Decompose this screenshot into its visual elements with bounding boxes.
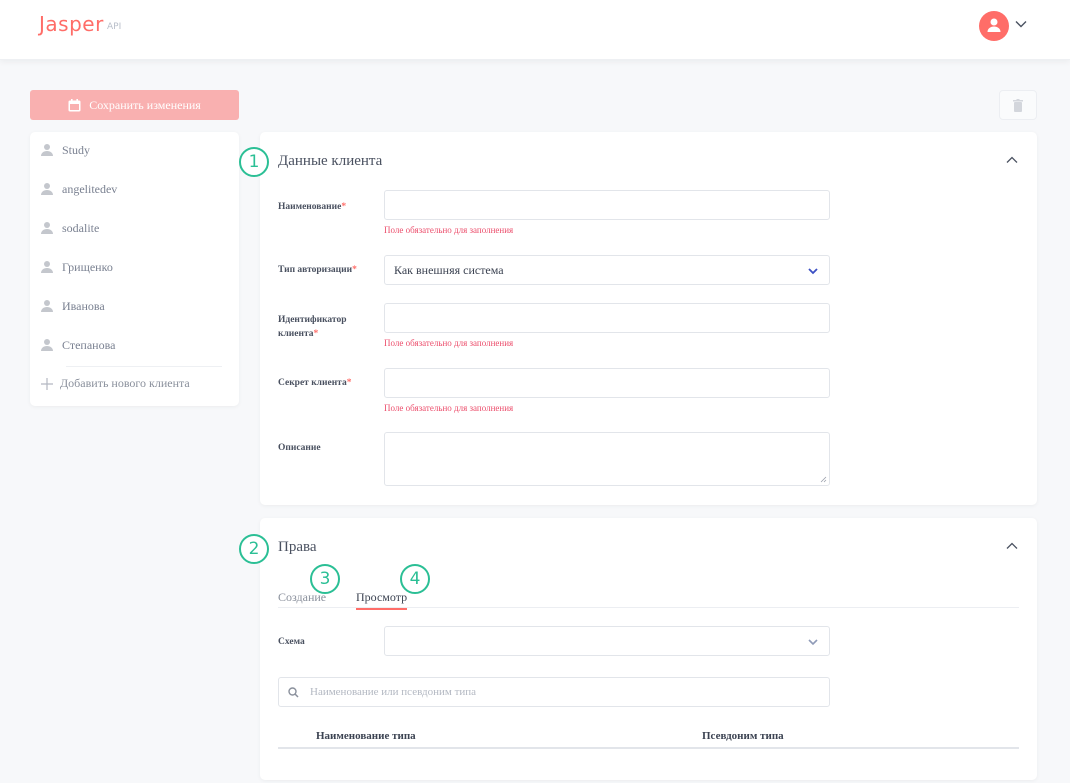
name-input[interactable] [384,190,830,220]
column-header-type-alias[interactable]: Псевдоним типа [702,730,784,742]
client-item-label: angelitedev [62,181,118,196]
calendar-save-icon [68,98,81,111]
step-badge-1: 1 [239,147,269,177]
name-error: Поле обязательно для заполнения [384,225,514,235]
user-icon [987,18,1001,32]
chevron-down-icon [808,639,818,646]
save-changes-label: Сохранить изменения [89,97,201,112]
client-item-label: Грищенко [62,259,113,274]
user-icon [41,261,53,273]
client-item[interactable]: sodalite [40,218,99,238]
step-badge-4: 4 [400,564,430,594]
user-avatar[interactable] [979,11,1009,41]
schema-label: Схема [278,637,305,647]
schema-select[interactable] [384,626,830,656]
client-id-input[interactable] [384,303,830,333]
search-placeholder: Наименование или псевдоним типа [310,686,477,698]
client-list: Study angelitedev sodalite Грищенко Иван… [30,132,239,406]
column-header-type-name[interactable]: Наименование типа [316,730,416,742]
add-client-button[interactable]: Добавить нового клиента [40,376,190,391]
type-search-input[interactable]: Наименование или псевдоним типа [278,677,830,707]
client-item-label: Study [62,142,91,157]
search-icon [288,687,299,698]
client-item[interactable]: angelitedev [40,179,117,199]
divider [66,366,222,367]
client-item[interactable]: Грищенко [40,257,113,277]
client-data-card: Данные клиента Наименование* Поле обязат… [260,132,1037,505]
secret-label: Секрет клиента* [278,378,352,388]
secret-input[interactable] [384,368,830,398]
user-icon [41,300,53,312]
description-label: Описание [278,443,321,453]
resize-grip-icon[interactable] [820,476,827,483]
chevron-down-icon[interactable] [1014,17,1028,31]
chevron-up-icon[interactable] [1005,154,1019,166]
types-table-header: Наименование типа Псевдоним типа [278,723,1019,749]
top-bar: Jasper API [0,0,1070,60]
delete-button[interactable] [999,90,1037,120]
add-client-label: Добавить нового клиента [60,376,190,390]
user-icon [41,222,53,234]
save-changes-button[interactable]: Сохранить изменения [30,90,239,120]
tab-view[interactable]: Просмотр [356,590,408,610]
client-item[interactable]: Study [40,140,90,160]
client-item[interactable]: Иванова [40,296,105,316]
chevron-down-icon [808,268,818,275]
auth-type-value: Как внешняя система [394,263,504,277]
client-item-label: Иванова [62,298,105,313]
step-badge-2: 2 [239,534,269,564]
rights-title: Права [278,539,317,555]
user-icon [41,183,53,195]
name-label: Наименование* [278,202,347,212]
step-badge-3: 3 [310,564,340,594]
client-data-title: Данные клиента [278,153,383,169]
client-item-label: Степанова [62,337,116,352]
user-icon [41,339,53,351]
description-textarea[interactable] [384,432,830,486]
client-item[interactable]: Степанова [40,335,115,355]
trash-icon [1013,98,1023,112]
app-logo[interactable]: Jasper [39,12,104,36]
client-id-error: Поле обязательно для заполнения [384,338,514,348]
plus-icon [41,377,53,390]
auth-type-label: Тип авторизации* [278,265,357,275]
chevron-up-icon[interactable] [1005,540,1019,552]
client-id-label: Идентификатор клиента* [278,315,347,339]
app-logo-sub: API [107,22,122,32]
auth-type-select[interactable]: Как внешняя система [384,255,830,285]
rights-card: Права Создание Просмотр Схема Наименован… [260,518,1037,780]
rights-tabs: Создание Просмотр [278,590,1019,610]
secret-error: Поле обязательно для заполнения [384,403,514,413]
user-icon [41,144,53,156]
client-item-label: sodalite [62,220,100,235]
